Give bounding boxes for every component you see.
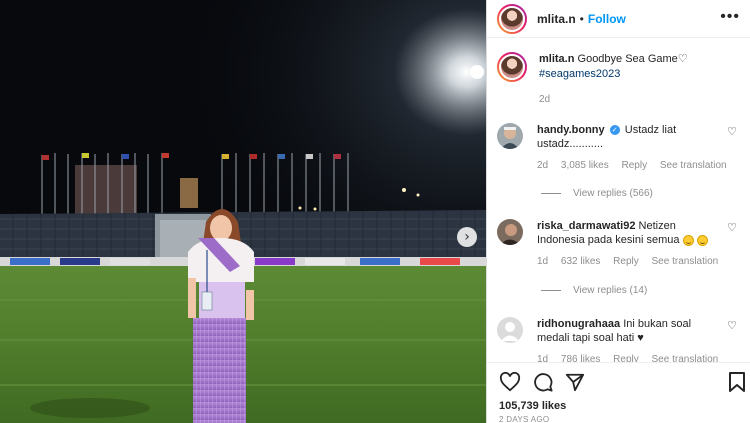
share-icon[interactable]	[565, 372, 585, 392]
bookmark-icon[interactable]	[729, 372, 745, 392]
comment-likes[interactable]: 3,085 likes	[561, 160, 609, 171]
avatar[interactable]	[497, 219, 523, 245]
verified-badge-icon: ✓	[609, 125, 620, 136]
laughing-emoji-icon	[696, 234, 708, 246]
comment-time[interactable]: 2d	[537, 160, 548, 171]
comment-item: ridhonugrahaaa Ini bukan soal medali tap…	[497, 317, 741, 367]
view-replies-label: View replies (566)	[573, 188, 653, 199]
likes-count[interactable]: 105,739 likes	[499, 400, 566, 412]
caption-hashtag[interactable]: #seagames2023	[539, 67, 688, 82]
comment-icon[interactable]	[533, 372, 553, 392]
comment-time[interactable]: 1d	[537, 256, 548, 267]
avatar[interactable]	[497, 52, 527, 82]
comment-username[interactable]: handy.bonny	[537, 124, 605, 136]
post-side-panel: mlita.n • Follow ••• mlita.n Goodbye Sea…	[486, 0, 750, 423]
caption-text: Goodbye Sea Game♡	[577, 53, 688, 65]
view-replies-button[interactable]: View replies (14)	[541, 285, 647, 296]
post-header: mlita.n • Follow •••	[487, 0, 750, 38]
avatar[interactable]	[497, 3, 527, 34]
post-timestamp[interactable]: 2 DAYS AGO	[499, 415, 549, 423]
heart-icon[interactable]: ♡	[727, 221, 737, 234]
heart-icon[interactable]: ♡	[727, 125, 737, 138]
caption-username[interactable]: mlita.n	[539, 53, 574, 65]
stadium-photo	[0, 0, 486, 423]
heart-icon[interactable]	[499, 372, 521, 392]
see-translation-button[interactable]: See translation	[660, 160, 727, 171]
reply-button[interactable]: Reply	[622, 160, 648, 171]
avatar[interactable]	[497, 123, 523, 149]
comment-likes[interactable]: 632 likes	[561, 256, 600, 267]
avatar[interactable]	[497, 317, 523, 343]
caption-timestamp[interactable]: 2d	[539, 92, 688, 107]
view-replies-button[interactable]: View replies (566)	[541, 188, 653, 199]
separator-dot: •	[579, 11, 584, 26]
view-replies-label: View replies (14)	[573, 285, 648, 296]
laughing-emoji-icon	[682, 234, 694, 246]
more-options-icon[interactable]: •••	[720, 9, 740, 25]
heart-icon[interactable]: ♡	[727, 319, 737, 332]
comment-item: riska_darmawati92 Netizen Indonesia pada…	[497, 219, 741, 269]
comment-username[interactable]: riska_darmawati92	[537, 220, 635, 232]
post-actions-bar: 105,739 likes 2 DAYS AGO	[487, 362, 750, 423]
reply-button[interactable]: Reply	[613, 256, 639, 267]
comment-item: handy.bonny ✓ Ustadz liat ustadz........…	[497, 123, 741, 173]
comment-username[interactable]: ridhonugrahaaa	[537, 318, 620, 330]
chevron-right-icon[interactable]: ›	[457, 227, 477, 247]
follow-button[interactable]: Follow	[588, 12, 626, 26]
see-translation-button[interactable]: See translation	[652, 256, 719, 267]
username-link[interactable]: mlita.n	[537, 12, 576, 26]
post-photo[interactable]: ›	[0, 0, 486, 423]
post-caption: mlita.n Goodbye Sea Game♡ #seagames2023 …	[487, 38, 750, 107]
instagram-post: › mlita.n • Follow ••• mlita.n Goodbye S…	[0, 0, 750, 423]
